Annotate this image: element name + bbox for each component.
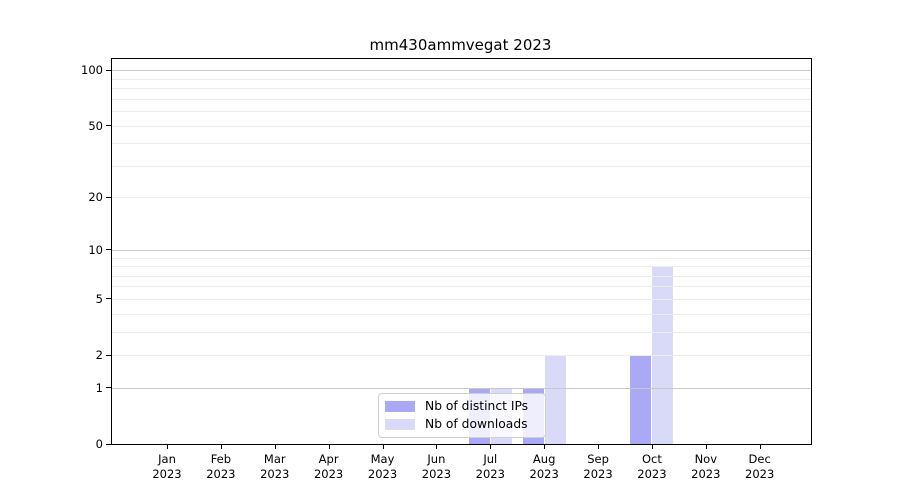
x-tick-label: Mar 2023 xyxy=(260,452,290,481)
y-tick-mark xyxy=(106,298,111,300)
x-tick-mark xyxy=(328,445,330,449)
minor-gridline xyxy=(112,331,811,333)
y-tick-mark xyxy=(106,387,111,389)
major-gridline xyxy=(112,70,811,72)
minor-gridline xyxy=(112,355,811,357)
y-tick-label: 1 xyxy=(95,380,103,395)
minor-gridline xyxy=(112,266,811,268)
y-tick-mark xyxy=(106,196,111,198)
y-tick-mark xyxy=(106,443,111,445)
minor-gridline xyxy=(112,78,811,80)
x-tick-mark xyxy=(436,445,438,449)
y-tick-label: 20 xyxy=(88,190,103,205)
minor-gridline xyxy=(112,143,811,145)
y-tick-label: 0 xyxy=(95,437,103,451)
x-tick-mark xyxy=(705,445,707,449)
x-tick-label: Jul 2023 xyxy=(475,452,505,481)
legend-label-distinct-ips: Nb of distinct IPs xyxy=(425,399,529,413)
x-tick-mark xyxy=(490,445,492,449)
x-tick-label: Apr 2023 xyxy=(313,452,344,481)
minor-gridline xyxy=(112,257,811,259)
y-tick-label: 10 xyxy=(88,242,103,257)
x-tick-label: Jan 2023 xyxy=(152,452,182,481)
y-tick-mark xyxy=(106,69,111,71)
minor-gridline xyxy=(112,98,811,100)
x-tick-mark xyxy=(759,445,761,449)
figure: mm430ammvegat 2023 0 1 2 5 10 20 50 100 Jan 2023… xyxy=(0,0,900,500)
minor-gridline xyxy=(112,165,811,167)
x-tick-label: May 2023 xyxy=(367,452,398,481)
y-tick-mark xyxy=(106,249,111,251)
x-tick-mark xyxy=(651,445,653,449)
y-tick-label: 5 xyxy=(95,291,103,306)
x-tick-label: Feb 2023 xyxy=(206,452,236,481)
minor-gridline xyxy=(112,286,811,288)
minor-gridline xyxy=(112,197,811,199)
legend-label-downloads: Nb of downloads xyxy=(425,417,528,431)
bar-distinct-ips xyxy=(630,355,652,444)
x-tick-mark xyxy=(598,445,600,449)
chart-title: mm430ammvegat 2023 xyxy=(369,36,552,54)
legend-item-distinct-ips: Nb of distinct IPs xyxy=(385,400,545,413)
legend: Nb of distinct IPs Nb of downloads xyxy=(378,393,546,438)
bar-downloads xyxy=(544,355,566,444)
y-tick-label: 2 xyxy=(95,348,103,363)
y-tick-mark xyxy=(106,354,111,356)
distinct-ips-swatch-icon xyxy=(385,401,415,412)
x-tick-mark xyxy=(382,445,384,449)
minor-gridline xyxy=(112,313,811,315)
bar-downloads xyxy=(652,266,674,444)
x-tick-mark xyxy=(167,445,168,449)
minor-gridline xyxy=(112,125,811,127)
x-tick-label: Sep 2023 xyxy=(583,452,613,481)
y-tick-label: 100 xyxy=(81,63,103,78)
x-tick-mark xyxy=(274,445,276,449)
y-tick-label: 50 xyxy=(88,118,103,133)
legend-item-downloads: Nb of downloads xyxy=(385,418,545,431)
plot-area: 0 1 2 5 10 20 50 100 Jan 2023 Feb 2023 Mar 2023 Apr 20… xyxy=(81,58,812,481)
x-tick-label: Jun 2023 xyxy=(421,452,452,481)
minor-gridline xyxy=(112,111,811,113)
minor-gridline xyxy=(112,88,811,90)
downloads-swatch-icon xyxy=(385,419,415,430)
x-tick-mark xyxy=(544,445,546,449)
minor-gridline xyxy=(112,275,811,277)
x-tick-label: Nov 2023 xyxy=(691,452,721,481)
x-tick-label: Dec 2023 xyxy=(745,452,775,481)
major-gridline xyxy=(112,387,811,389)
x-tick-mark xyxy=(220,445,222,449)
y-tick-mark xyxy=(106,125,111,127)
x-tick-label: Oct 2023 xyxy=(637,452,667,481)
major-gridline xyxy=(112,249,811,251)
x-tick-label: Aug 2023 xyxy=(529,452,559,481)
minor-gridline xyxy=(112,298,811,300)
